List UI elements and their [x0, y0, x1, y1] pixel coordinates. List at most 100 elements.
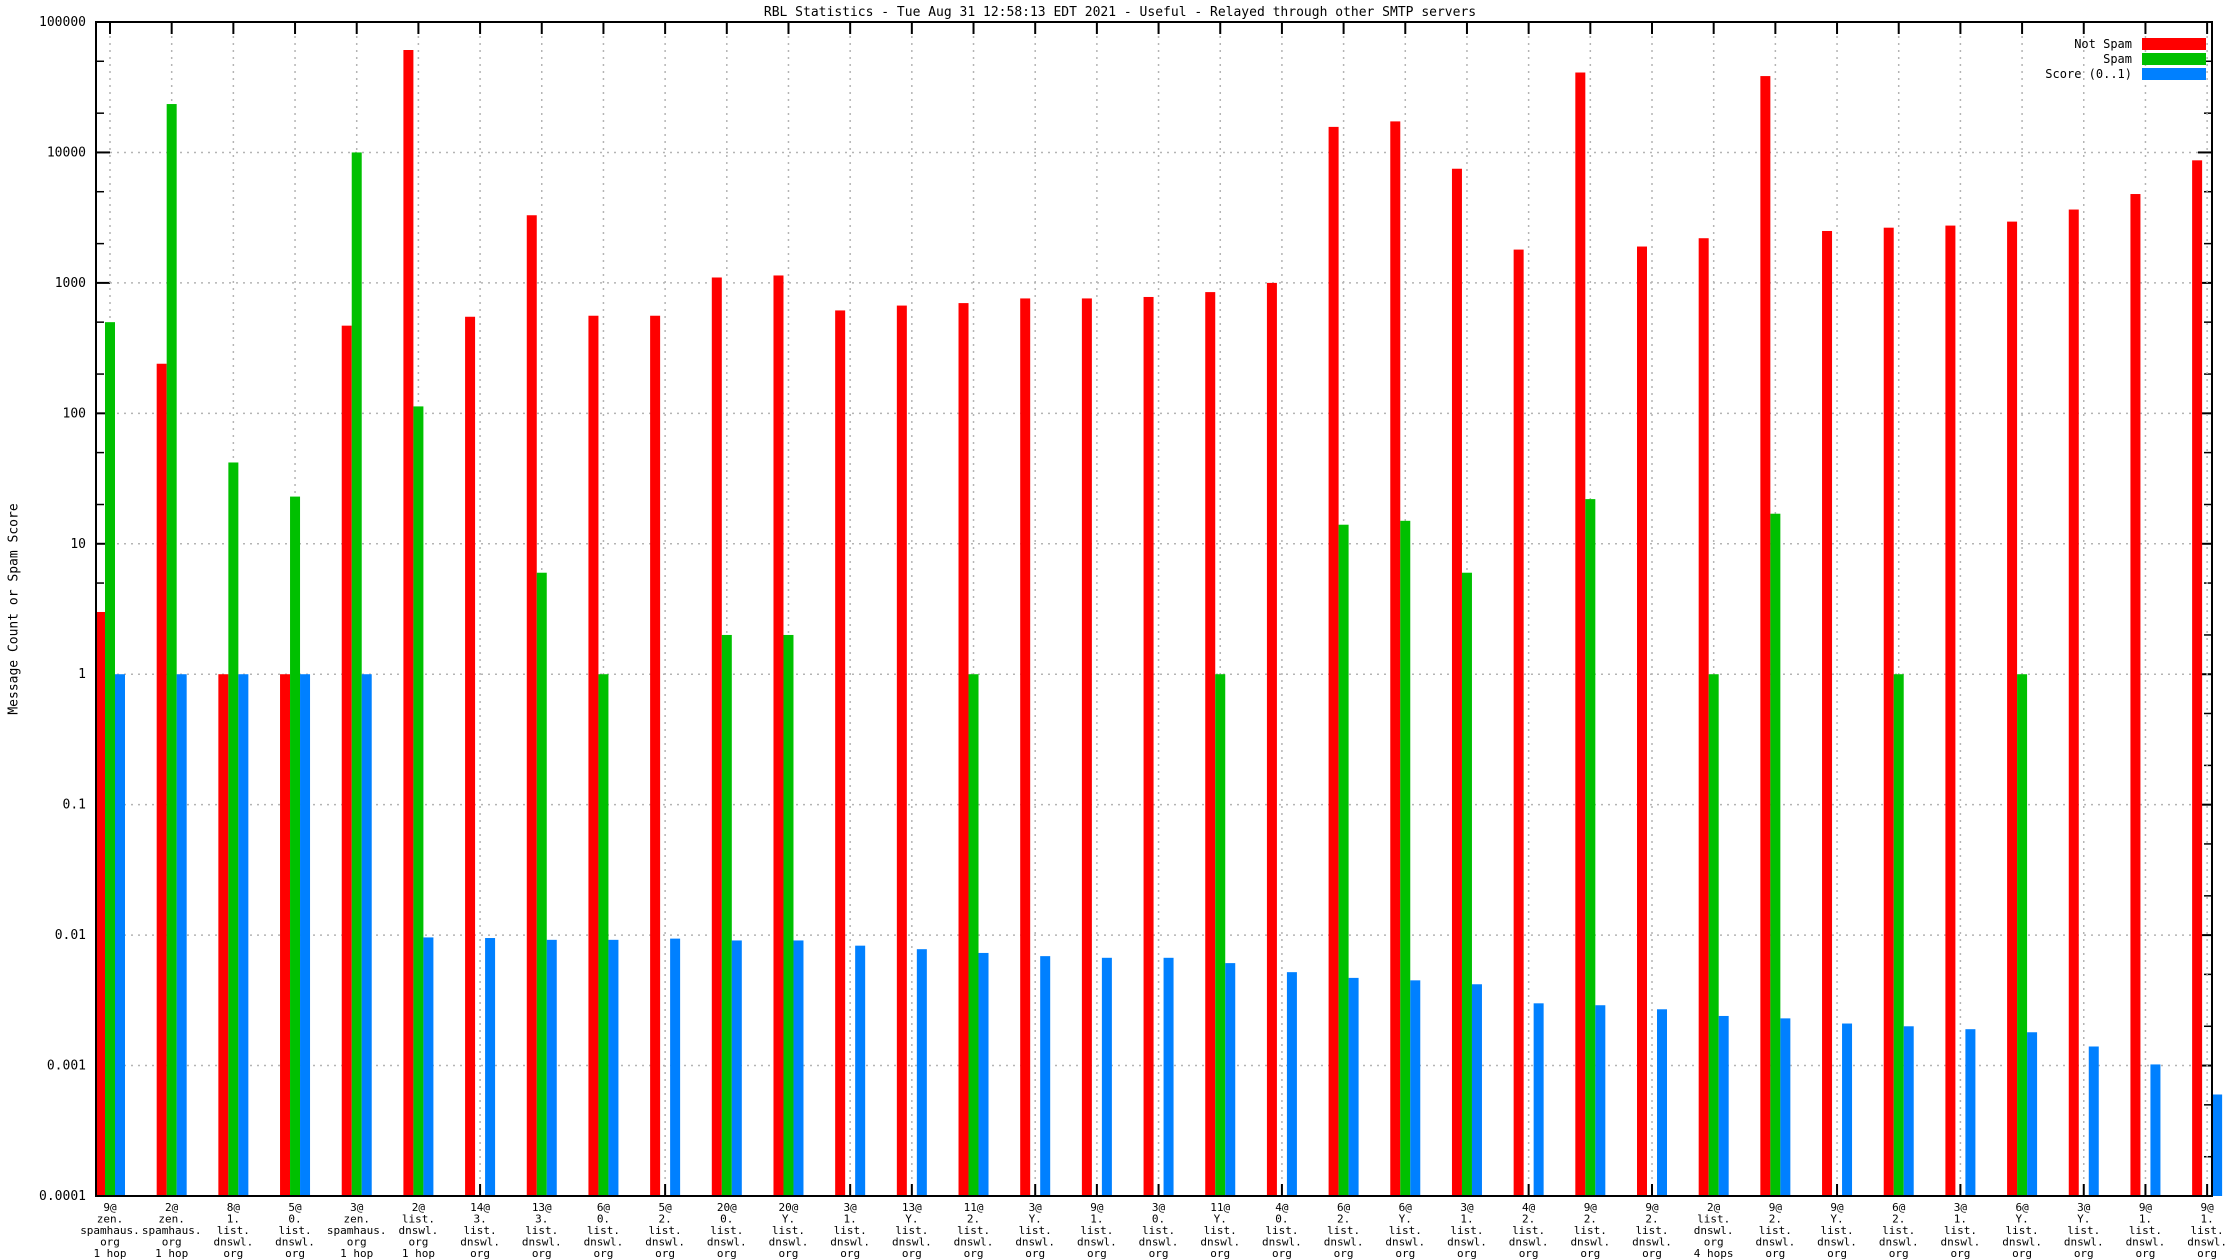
bar-not-spam: [1945, 226, 1955, 1196]
bar-spam: [1894, 674, 1904, 1196]
bar-score: [2150, 1064, 2160, 1196]
bar-not-spam: [527, 215, 537, 1196]
bar-score: [1472, 984, 1482, 1196]
bar-spam: [598, 674, 608, 1196]
bar-spam: [1709, 674, 1719, 1196]
bar-score: [1287, 972, 1297, 1196]
bar-not-spam: [157, 364, 167, 1196]
bar-not-spam: [1452, 169, 1462, 1196]
bar-score: [608, 940, 618, 1196]
bar-not-spam: [403, 50, 413, 1196]
bar-not-spam: [1575, 73, 1585, 1196]
bar-spam: [290, 497, 300, 1196]
x-tick-label-line: 1 hop: [340, 1247, 373, 1260]
bar-score: [485, 938, 495, 1196]
bar-not-spam: [1329, 127, 1339, 1196]
y-tick-label: 10000: [47, 145, 86, 160]
bar-score: [300, 674, 310, 1196]
bar-not-spam: [2192, 160, 2202, 1196]
bar-spam: [105, 322, 115, 1196]
bar-not-spam: [1699, 238, 1709, 1196]
bar-spam: [2017, 674, 2027, 1196]
legend-swatch: [2142, 53, 2206, 65]
bar-not-spam: [1822, 231, 1832, 1196]
legend-item-label: Score (0..1): [2045, 67, 2132, 81]
y-tick-label: 0.01: [55, 928, 86, 943]
bar-not-spam: [218, 674, 228, 1196]
bar-score: [1410, 980, 1420, 1196]
bar-spam: [1339, 525, 1349, 1196]
bar-score: [1164, 958, 1174, 1196]
bar-score: [1657, 1009, 1667, 1196]
bar-score: [1965, 1029, 1975, 1196]
legend-item-label: Spam: [2103, 52, 2132, 66]
y-tick-label: 100000: [39, 15, 86, 30]
bar-not-spam: [773, 275, 783, 1196]
legend-swatch: [2142, 38, 2206, 50]
y-tick-label: 0.001: [47, 1059, 86, 1074]
y-tick-label: 1: [78, 667, 86, 682]
bar-score: [547, 940, 557, 1196]
x-tick-label-line: 1 hop: [155, 1247, 188, 1260]
bar-not-spam: [1637, 247, 1647, 1196]
bar-score: [115, 674, 125, 1196]
bar-score: [855, 946, 865, 1196]
bar-score: [2212, 1094, 2222, 1196]
bar-spam: [352, 152, 362, 1196]
bar-score: [1534, 1003, 1544, 1196]
bar-not-spam: [1884, 228, 1894, 1196]
bar-not-spam: [712, 277, 722, 1196]
bar-spam: [537, 573, 547, 1196]
y-tick-label: 0.1: [63, 798, 86, 813]
bar-score: [1225, 963, 1235, 1196]
y-tick-label: 1000: [55, 276, 86, 291]
bar-score: [979, 953, 989, 1196]
bar-not-spam: [1144, 297, 1154, 1196]
bar-score: [732, 940, 742, 1196]
bar-spam: [1462, 573, 1472, 1196]
bar-spam: [1770, 514, 1780, 1196]
bar-spam: [167, 104, 177, 1196]
chart: RBL Statistics - Tue Aug 31 12:58:13 EDT…: [0, 0, 2240, 1260]
y-tick-label: 10: [70, 537, 86, 552]
x-tick-label-line: 4 hops: [1694, 1247, 1734, 1260]
bar-score: [423, 937, 433, 1196]
bar-spam: [1400, 521, 1410, 1196]
bar-score: [238, 674, 248, 1196]
bar-score: [1102, 958, 1112, 1196]
bar-score: [917, 949, 927, 1196]
bar-spam: [228, 462, 238, 1196]
bar-not-spam: [280, 674, 290, 1196]
bar-spam: [969, 674, 979, 1196]
bar-score: [1842, 1024, 1852, 1196]
bar-not-spam: [897, 306, 907, 1196]
bar-not-spam: [1205, 292, 1215, 1196]
bar-not-spam: [465, 317, 475, 1196]
x-tick-label-line: 1 hop: [402, 1247, 435, 1260]
bar-not-spam: [1514, 250, 1524, 1196]
bar-not-spam: [1760, 76, 1770, 1196]
bar-score: [1780, 1018, 1790, 1196]
bar-not-spam: [1020, 298, 1030, 1196]
bar-score: [2089, 1046, 2099, 1196]
bar-not-spam: [959, 303, 969, 1196]
bar-spam: [1585, 499, 1595, 1196]
bar-spam: [1215, 674, 1225, 1196]
legend-swatch: [2142, 68, 2206, 80]
bar-not-spam: [835, 310, 845, 1196]
bar-score: [1349, 978, 1359, 1196]
x-tick-label-line: 1 hop: [93, 1247, 126, 1260]
bar-score: [1719, 1016, 1729, 1196]
bar-score: [670, 939, 680, 1196]
bar-spam: [722, 635, 732, 1196]
bar-not-spam: [650, 316, 660, 1196]
bar-score: [1040, 956, 1050, 1196]
bar-score: [1595, 1005, 1605, 1196]
bar-not-spam: [2069, 210, 2079, 1196]
bar-score: [2027, 1032, 2037, 1196]
plot-area: 1000001000010001001010.10.010.0010.00019…: [0, 0, 2240, 1260]
bar-not-spam: [342, 326, 352, 1196]
bar-spam: [783, 635, 793, 1196]
bar-not-spam: [2130, 194, 2140, 1196]
y-tick-label: 0.0001: [39, 1189, 86, 1204]
